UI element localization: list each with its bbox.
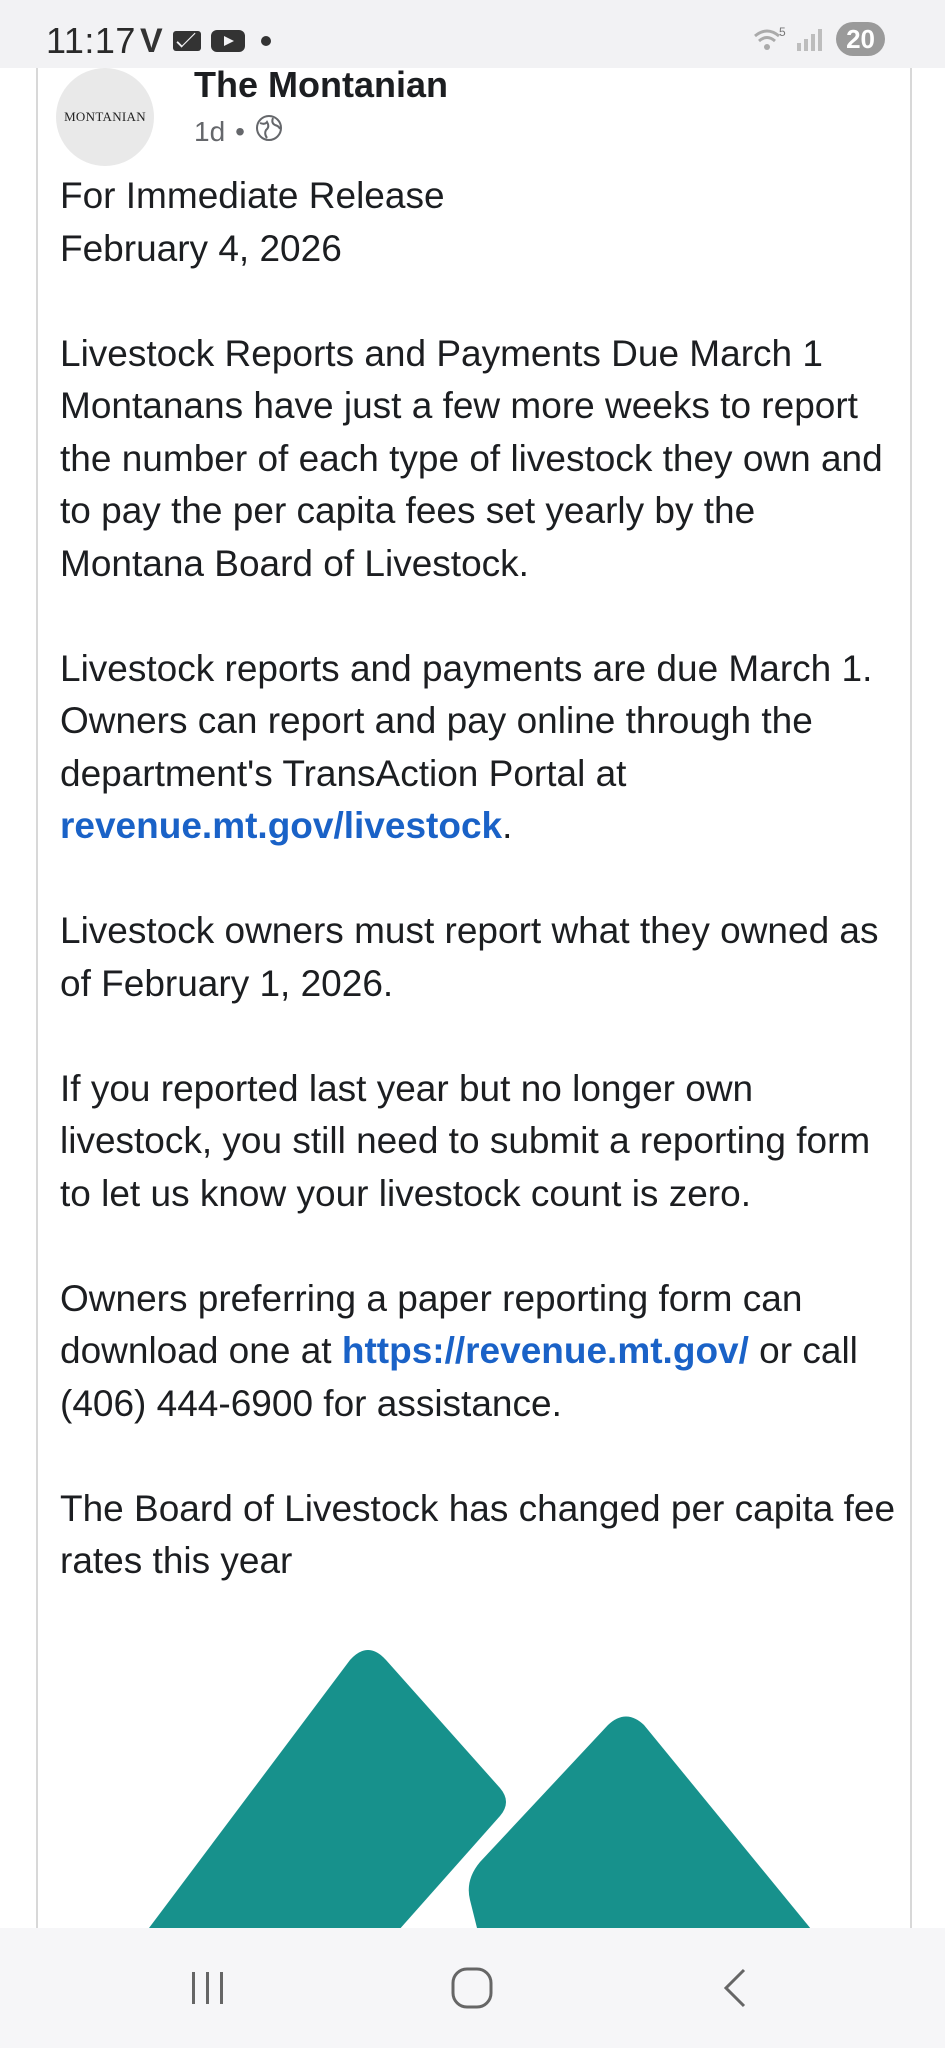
- paragraph-2: Livestock reports and payments are due M…: [60, 643, 900, 853]
- back-icon[interactable]: [696, 1958, 776, 2018]
- mountain-left-shape: [147, 1650, 506, 1930]
- status-bar: 11:17 V 5 20: [0, 0, 945, 68]
- paragraph-2-text: Livestock reports and payments are due M…: [60, 647, 873, 794]
- paragraph-3: Livestock owners must report what they o…: [60, 910, 879, 1004]
- wifi-label: 5: [779, 26, 786, 39]
- paragraph-2-suffix: .: [502, 805, 513, 846]
- status-notifications: V: [140, 24, 271, 58]
- post-body: For Immediate Release February 4, 2026 L…: [60, 170, 900, 1588]
- release-line: For Immediate Release: [60, 175, 445, 216]
- status-system-icons: 5 20: [753, 22, 885, 56]
- globe-icon: [255, 114, 283, 149]
- livestock-link[interactable]: revenue.mt.gov/livestock: [60, 805, 502, 846]
- paragraph-1: Montanans have just a few more weeks to …: [60, 385, 883, 584]
- post-meta: 1d •: [194, 114, 283, 149]
- avatar-logo-text: MONTANIAN: [64, 109, 146, 124]
- home-icon[interactable]: [432, 1958, 512, 2018]
- headline-line: Livestock Reports and Payments Due March…: [60, 332, 823, 374]
- system-nav-bar: [0, 1928, 945, 2048]
- status-time: 11:17: [46, 20, 136, 61]
- mail-icon: [172, 31, 201, 51]
- mountain-right-shape: [468, 1716, 812, 1930]
- battery-indicator: 20: [836, 22, 885, 56]
- post-image[interactable]: [60, 1640, 900, 1930]
- page-name[interactable]: The Montanian: [194, 64, 448, 106]
- dot-icon: [260, 36, 271, 46]
- youtube-icon: [210, 30, 245, 52]
- recent-apps-icon[interactable]: [168, 1958, 248, 2018]
- signal-icon: [797, 27, 823, 51]
- paragraph-4: If you reported last year but no longer …: [60, 1067, 871, 1214]
- post-time[interactable]: 1d: [194, 116, 225, 148]
- wifi-icon: 5: [753, 26, 786, 52]
- carrier-icon: V: [140, 22, 163, 60]
- page-avatar[interactable]: MONTANIAN: [56, 68, 154, 166]
- paragraph-6: The Board of Livestock has changed per c…: [60, 1487, 896, 1582]
- revenue-link[interactable]: https://revenue.mt.gov/: [342, 1330, 749, 1371]
- date-line: February 4, 2026: [60, 227, 342, 269]
- meta-separator: •: [235, 115, 245, 147]
- paragraph-5: Owners preferring a paper reporting form…: [60, 1273, 900, 1431]
